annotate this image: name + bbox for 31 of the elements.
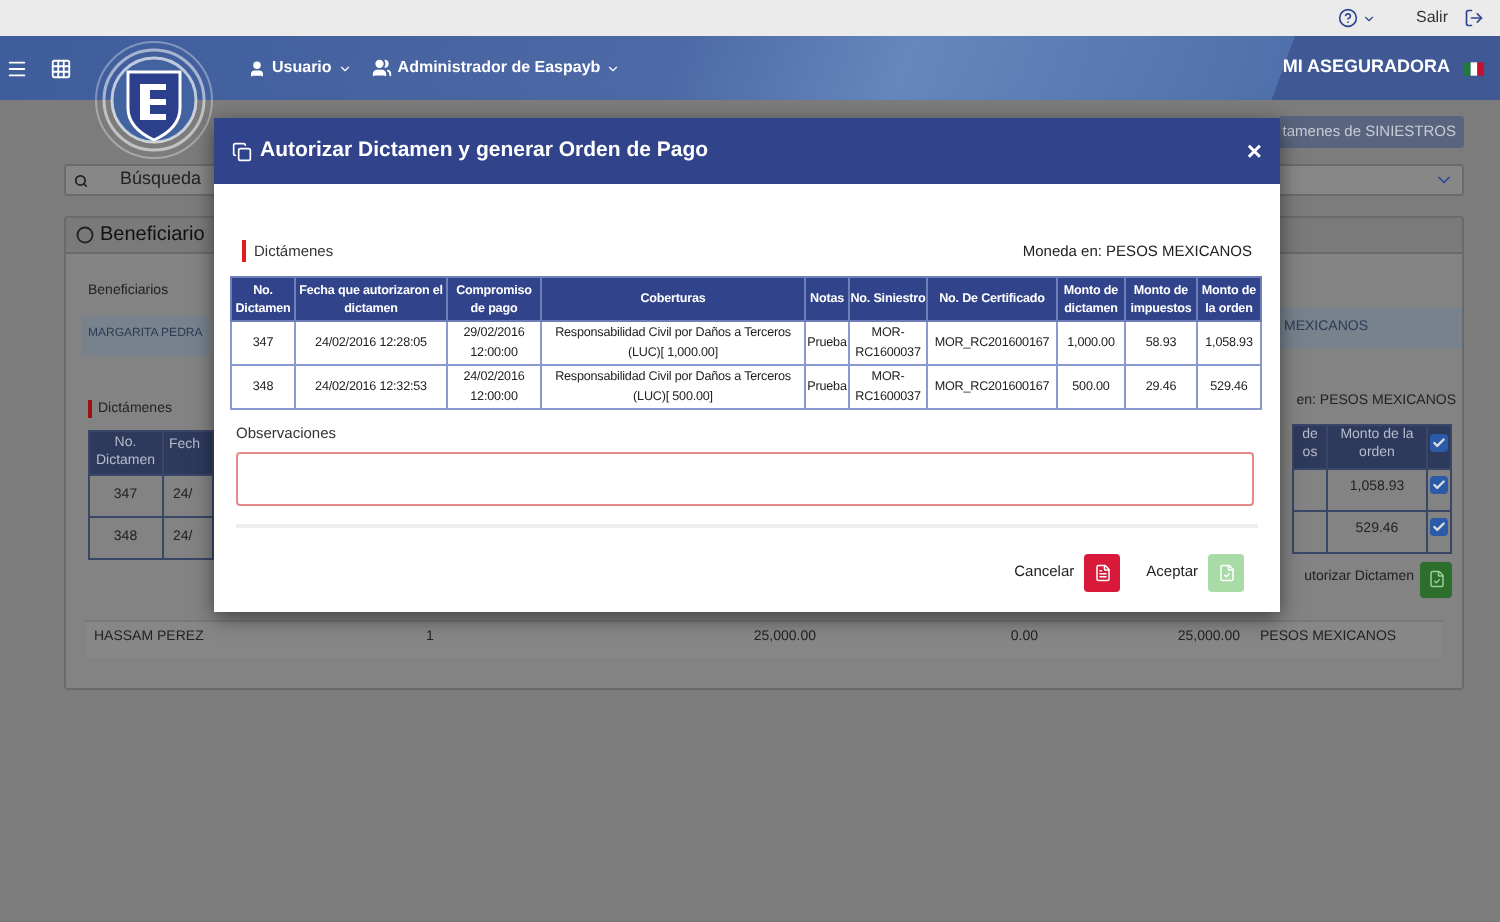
caret-icon[interactable] <box>1361 11 1376 25</box>
observations-field[interactable] <box>236 451 1254 505</box>
document-icon <box>1093 563 1112 581</box>
circle-icon <box>76 226 94 244</box>
flag-icon <box>1464 61 1484 75</box>
document-icon <box>1217 563 1235 581</box>
company-name: MI ASEGURADORA <box>1282 54 1450 81</box>
panel-title: Beneficiario <box>100 222 205 250</box>
modal-title: Autorizar Dictamen y generar Orden de Pago <box>260 135 709 166</box>
menu-icon[interactable] <box>6 57 28 79</box>
checkbox[interactable] <box>1430 433 1448 452</box>
role-menu[interactable]: Administrador de Easpayb <box>397 56 601 80</box>
document-check-icon <box>1427 570 1445 588</box>
help-icon[interactable] <box>1337 8 1358 28</box>
logo-icon <box>94 40 214 160</box>
checkbox[interactable] <box>1430 518 1448 537</box>
checkbox[interactable] <box>1430 476 1448 495</box>
copy-icon <box>232 141 252 161</box>
users-icon <box>371 58 392 78</box>
caret-icon <box>337 61 352 75</box>
logout-icon[interactable] <box>1464 8 1484 28</box>
search-label: Búsqueda <box>120 166 202 193</box>
apps-icon[interactable] <box>50 57 72 79</box>
caret-icon <box>606 61 621 75</box>
close-button[interactable]: × <box>1246 138 1262 164</box>
user-menu[interactable]: Usuario <box>272 56 332 80</box>
logout-link[interactable]: Salir <box>1415 6 1448 30</box>
cancel-button[interactable] <box>1084 553 1121 591</box>
search-icon <box>74 173 88 187</box>
authorize-button[interactable] <box>1420 561 1452 597</box>
user-icon <box>248 59 266 77</box>
